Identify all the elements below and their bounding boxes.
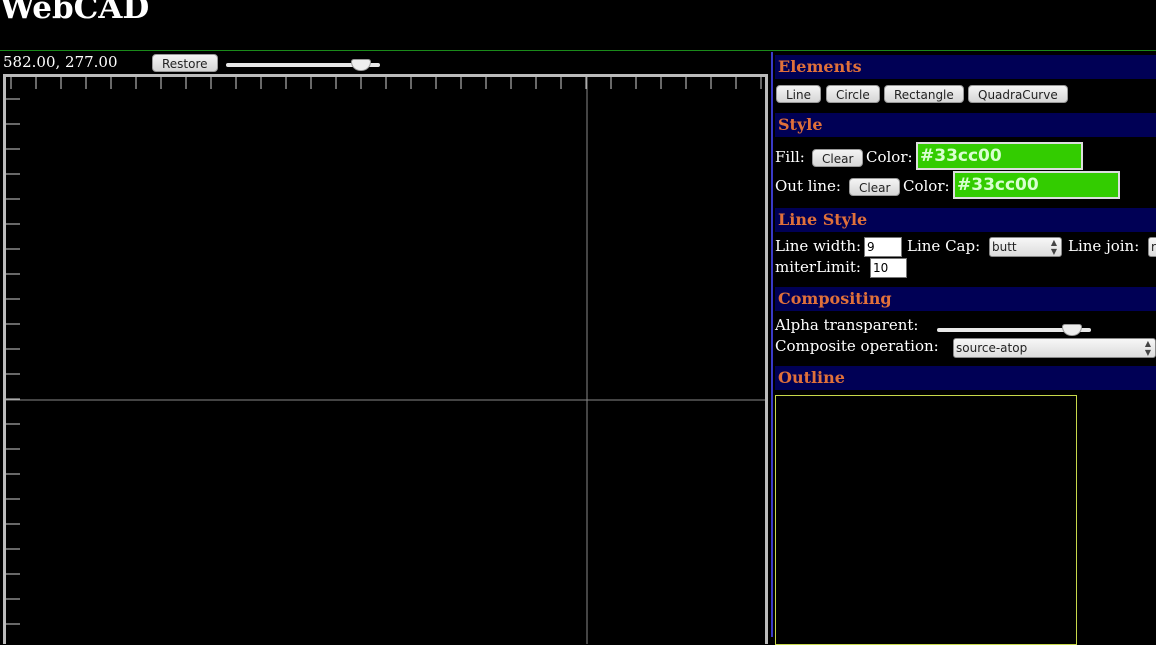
zoom-slider[interactable] [226,59,380,71]
select-arrows-icon: ▲ ▼ [1050,238,1057,256]
fill-color-input[interactable]: #33cc00 [916,142,1083,170]
outline-color-input[interactable]: #33cc00 [953,171,1120,199]
header-divider [0,50,1156,51]
outline-label: Out line: [775,177,841,195]
elements-header: Elements [775,55,1156,79]
drawing-canvas[interactable] [3,74,768,644]
outline-header: Outline [775,366,1156,390]
quadracurve-tool-button[interactable]: QuadraCurve [968,85,1068,103]
composite-select[interactable]: source-atop ▲ ▼ [953,338,1156,358]
properties-panel: Elements Line Circle Rectangle QuadraCur… [773,52,1156,645]
alpha-label: Alpha transparent: [775,316,919,334]
app-title: WebCAD [0,0,150,26]
composite-label: Composite operation: [775,337,939,355]
outline-color-label: Color: [903,177,950,195]
coordinate-readout: 582.00, 277.00 [3,53,118,71]
style-header: Style [775,113,1156,137]
line-join-value: r [1151,240,1156,254]
line-cap-value: butt [992,240,1017,254]
outline-clear-button[interactable]: Clear [849,178,901,196]
line-cap-label: Line Cap: [907,237,981,255]
select-arrows-icon: ▲ ▼ [1144,339,1151,357]
canvas-rulers [6,77,765,644]
line-width-input[interactable]: 9 [864,237,902,257]
restore-button[interactable]: Restore [152,54,218,72]
outline-preview [775,395,1077,645]
circle-tool-button[interactable]: Circle [826,85,880,103]
line-width-label: Line width: [775,237,862,255]
zoom-slider-thumb[interactable] [351,59,371,71]
miter-limit-label: miterLimit: [775,258,861,276]
line-tool-button[interactable]: Line [776,85,822,103]
fill-label: Fill: [775,148,805,166]
composite-value: source-atop [956,341,1028,355]
line-cap-select[interactable]: butt ▲ ▼ [989,237,1062,257]
fill-color-label: Color: [866,148,913,166]
fill-clear-button[interactable]: Clear [812,149,864,167]
line-join-label: Line join: [1068,237,1140,255]
alpha-slider[interactable] [937,324,1091,336]
line-join-select[interactable]: r [1148,237,1156,257]
compositing-header: Compositing [775,287,1156,311]
miter-limit-input[interactable]: 10 [870,258,907,278]
alpha-slider-thumb[interactable] [1062,324,1082,336]
line-style-header: Line Style [775,208,1156,232]
rectangle-tool-button[interactable]: Rectangle [884,85,964,103]
